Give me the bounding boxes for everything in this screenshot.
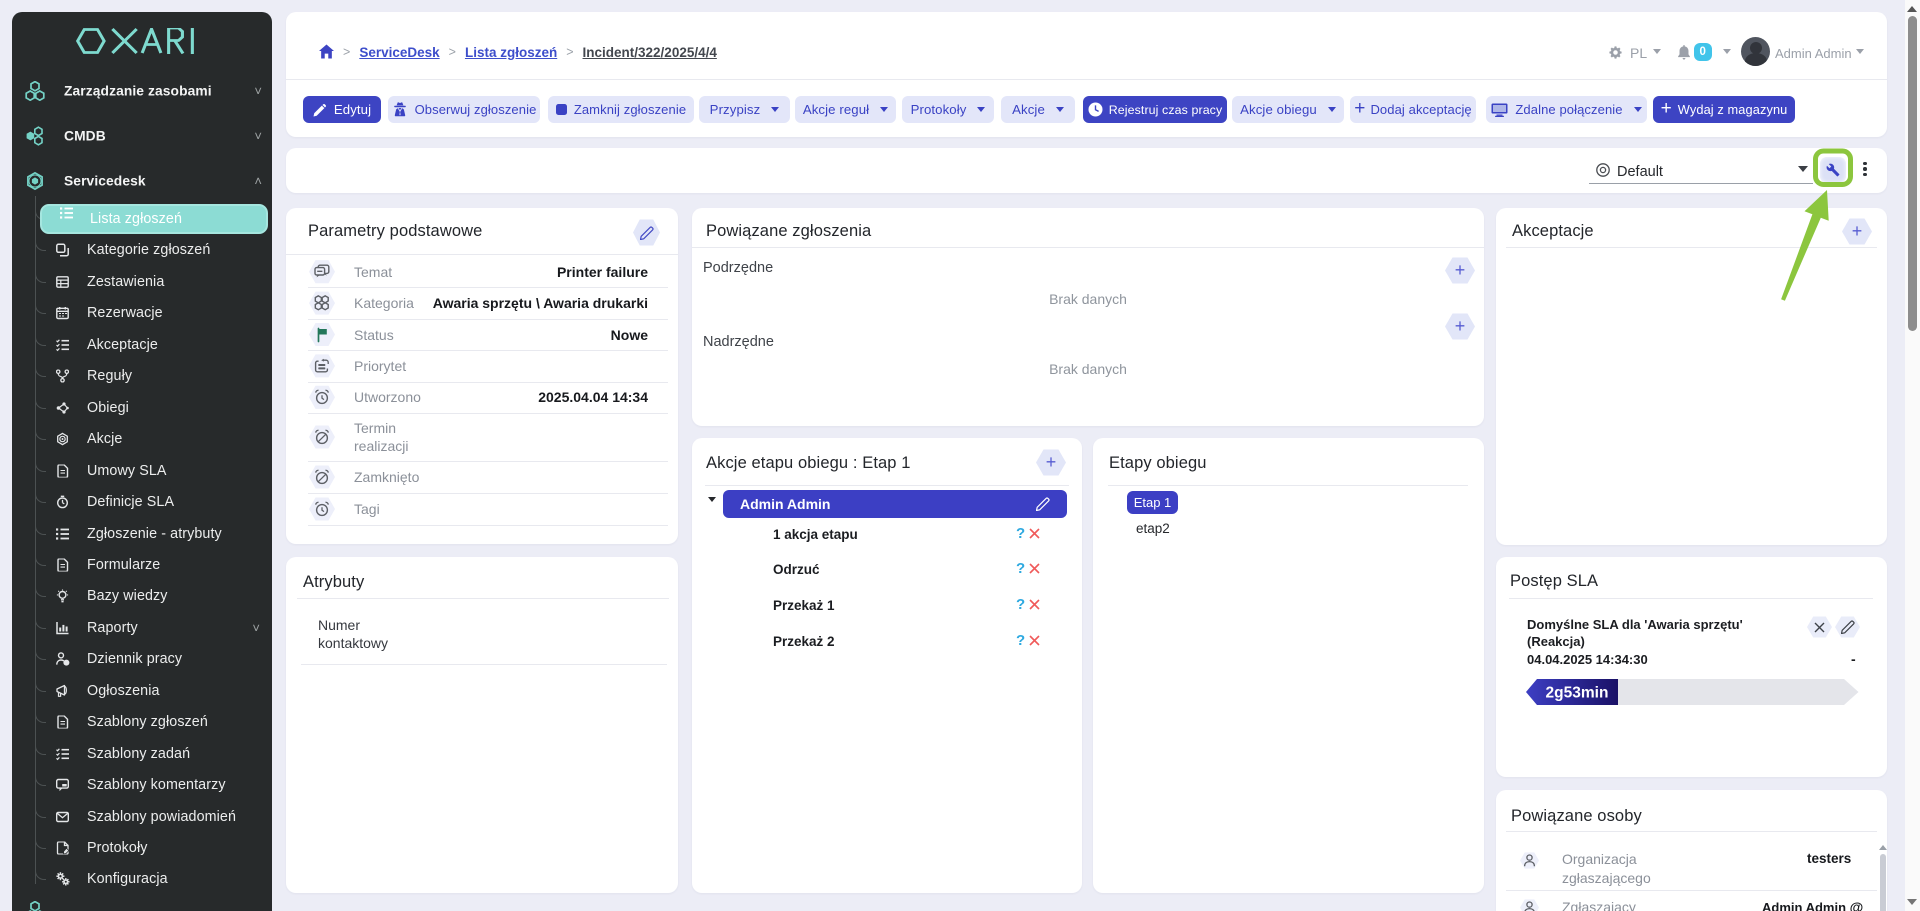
- svg-text:2g53min: 2g53min: [1546, 685, 1609, 702]
